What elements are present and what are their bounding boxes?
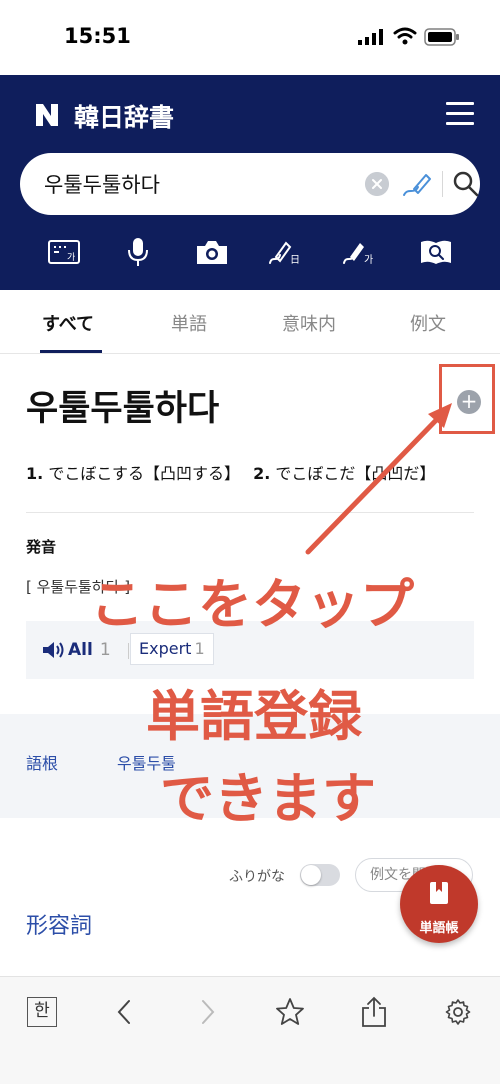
star-icon[interactable]: [272, 994, 308, 1030]
search-divider: [442, 171, 443, 197]
annotation-line-3: できます: [160, 767, 376, 830]
entry-meanings: 1. でこぼこする【凸凹する】 2. でこぼこだ【凸凹だ】: [26, 460, 435, 484]
settings-gear-icon[interactable]: [440, 994, 476, 1030]
audio-divider: [128, 643, 129, 659]
search-icon[interactable]: [452, 170, 480, 198]
camera-icon[interactable]: [192, 232, 232, 272]
section-divider: [26, 512, 474, 513]
entry-headword: 우툴두툴하다: [26, 389, 220, 429]
input-tools-row: 가 日 가: [0, 232, 500, 276]
furigana-label: ふりがな: [229, 869, 285, 885]
bookmark-book-icon: [430, 882, 448, 904]
tab-meaning[interactable]: 意味内: [282, 310, 336, 336]
annotation-highlight-box: [439, 364, 495, 434]
search-input[interactable]: [44, 167, 344, 201]
hangul-keyboard-icon[interactable]: 한: [24, 994, 60, 1030]
mic-icon[interactable]: [118, 232, 158, 272]
play-all-count: 1: [99, 640, 111, 660]
svg-text:가: 가: [364, 254, 373, 266]
active-tab-indicator: [40, 350, 102, 353]
svg-text:가: 가: [67, 252, 75, 263]
status-bar: 15:51: [0, 0, 500, 75]
meaning-1-number: 1.: [26, 464, 44, 483]
tab-words[interactable]: 単語: [171, 310, 207, 336]
svg-text:日: 日: [290, 255, 300, 266]
bottom-toolbar: 한: [0, 976, 500, 1084]
keyboard-icon[interactable]: 가: [44, 232, 84, 272]
expert-count: 1: [194, 639, 205, 658]
naver-logo-icon: [36, 104, 58, 126]
part-of-speech: 形容詞: [26, 914, 93, 939]
handwriting-input-icon[interactable]: [400, 169, 432, 199]
furigana-toggle[interactable]: [300, 864, 340, 886]
annotation-line-2: 単語登録: [146, 685, 362, 748]
wifi-icon: [393, 27, 417, 45]
handwriting-japanese-icon[interactable]: 日: [266, 232, 306, 272]
vocab-book-label: 単語帳: [419, 921, 459, 936]
search-bar: [20, 153, 480, 215]
back-icon[interactable]: [106, 994, 142, 1030]
cellular-signal-icon: [358, 29, 383, 45]
root-label: 語根: [26, 754, 59, 773]
play-all-label: All: [68, 640, 93, 660]
play-all-button[interactable]: All 1: [42, 640, 111, 660]
forward-icon[interactable]: [190, 994, 226, 1030]
expert-label: Expert: [139, 639, 192, 658]
speaker-icon: [43, 642, 64, 658]
tab-all[interactable]: すべて: [42, 310, 94, 336]
share-icon[interactable]: [356, 994, 392, 1030]
app-title: 韓日辞書: [74, 103, 175, 132]
battery-icon: [424, 28, 459, 46]
meaning-2-number: 2.: [253, 464, 271, 483]
result-tabs: すべて 単語 意味内 例文: [0, 290, 500, 354]
vocab-book-button[interactable]: 単語帳: [400, 865, 478, 943]
book-search-icon[interactable]: [416, 232, 456, 272]
status-time: 15:51: [64, 24, 131, 48]
tab-examples[interactable]: 例文: [410, 310, 446, 336]
annotation-line-1: ここをタップ: [90, 573, 414, 636]
hamburger-menu-icon[interactable]: [446, 102, 474, 125]
clear-search-icon[interactable]: [365, 172, 389, 196]
meaning-2: でこぼこだ【凸凹だ】: [275, 464, 436, 483]
pronunciation-label: 発音: [26, 538, 57, 556]
handwriting-korean-icon[interactable]: 가: [340, 232, 380, 272]
meaning-1: でこぼこする【凸凹する】: [48, 464, 240, 483]
